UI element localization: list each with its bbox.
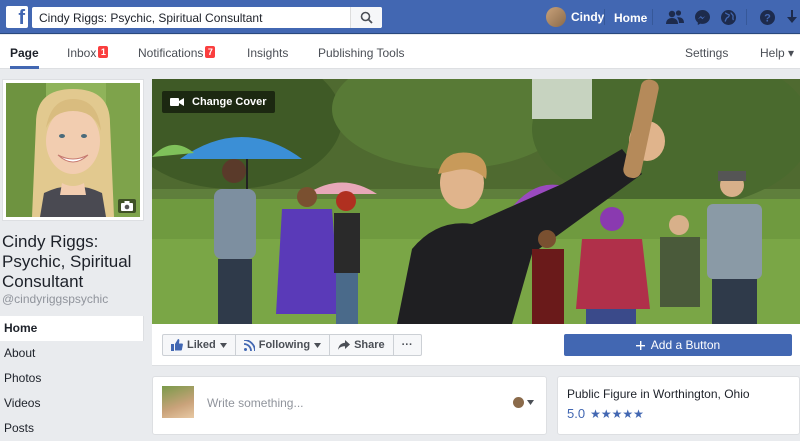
following-button[interactable]: Following — [236, 335, 331, 355]
chevron-down-icon — [527, 400, 534, 405]
post-composer: Write something... — [152, 376, 547, 435]
camera-icon[interactable] — [118, 199, 136, 213]
profile-picture[interactable] — [2, 79, 144, 221]
cover-photo: Change Cover — [152, 79, 800, 324]
search-button[interactable] — [350, 7, 382, 28]
page-nav: Page Inbox 1 Notifications 7 Insights Publ… — [0, 35, 800, 69]
friends-icon[interactable] — [666, 8, 684, 26]
star-rating-icon: ★★★★★ — [590, 406, 644, 421]
tab-insights[interactable]: Insights — [247, 35, 288, 69]
tab-inbox[interactable]: Inbox 1 — [67, 35, 109, 69]
rating-value: 5.0 — [567, 406, 586, 421]
search-box — [32, 7, 382, 28]
top-bar: f Cindy Home ? — [0, 0, 800, 34]
chevron-down-icon — [219, 342, 227, 348]
tab-settings[interactable]: Settings — [685, 35, 728, 69]
sidebar-item-photos[interactable]: Photos — [0, 366, 144, 391]
user-name: Cindy — [571, 10, 605, 24]
divider — [604, 9, 605, 25]
page-action-bar: Liked Following Share ··· Add a Button — [152, 324, 800, 366]
globe-icon[interactable] — [719, 8, 737, 26]
avatar — [546, 7, 566, 27]
sidebar-nav: Home About Photos Videos Posts — [0, 316, 144, 441]
chevron-down-icon — [314, 342, 322, 348]
page-category[interactable]: Public Figure in Worthington, Ohio — [567, 387, 750, 401]
profile-photo — [6, 83, 140, 217]
change-cover-button[interactable]: Change Cover — [162, 91, 275, 113]
plus-icon — [635, 340, 645, 350]
cover-image — [152, 79, 800, 324]
page-title[interactable]: Cindy Riggs: Psychic, Spiritual Consulta… — [2, 232, 150, 292]
liked-button[interactable]: Liked — [163, 335, 236, 355]
thumbs-up-icon — [171, 339, 183, 351]
composer-input[interactable]: Write something... — [207, 396, 303, 410]
messenger-icon[interactable] — [693, 8, 711, 26]
tab-inbox-label: Inbox — [67, 46, 97, 60]
tab-notifications[interactable]: Notifications 7 — [138, 35, 216, 69]
share-label: Share — [354, 339, 385, 351]
share-arrow-icon — [338, 340, 351, 350]
following-label: Following — [258, 339, 311, 351]
caret-down-icon[interactable] — [783, 8, 800, 26]
sidebar-item-videos[interactable]: Videos — [0, 391, 144, 416]
inbox-count-badge: 1 — [98, 46, 109, 58]
more-options-label: ··· — [401, 339, 413, 351]
avatar — [513, 397, 524, 408]
about-card: Public Figure in Worthington, Ohio 5.0 ★… — [557, 376, 800, 435]
profile-link[interactable]: Cindy — [546, 7, 604, 27]
tab-publishing-tools[interactable]: Publishing Tools — [318, 35, 405, 69]
add-a-button-label: Add a Button — [650, 338, 721, 352]
tab-help[interactable]: Help ▾ — [760, 35, 794, 69]
search-input[interactable] — [32, 7, 342, 28]
add-a-button[interactable]: Add a Button — [564, 334, 792, 356]
svg-text:?: ? — [764, 12, 771, 24]
home-link[interactable]: Home — [614, 11, 647, 25]
share-button[interactable]: Share — [330, 335, 394, 355]
page-actions-group: Liked Following Share ··· — [162, 334, 422, 356]
rss-icon — [243, 339, 255, 351]
sidebar-item-home[interactable]: Home — [0, 316, 144, 341]
video-camera-icon — [170, 98, 184, 106]
avatar — [162, 386, 194, 418]
page-username[interactable]: @cindyriggspsychic — [2, 292, 108, 306]
divider — [746, 9, 747, 25]
tab-notifications-label: Notifications — [138, 46, 204, 60]
facebook-logo[interactable]: f — [6, 6, 28, 28]
liked-label: Liked — [187, 339, 216, 351]
rating-summary[interactable]: 5.0 ★★★★★ — [567, 406, 644, 421]
sidebar-item-posts[interactable]: Posts — [0, 416, 144, 441]
help-icon[interactable]: ? — [758, 8, 776, 26]
tab-page[interactable]: Page — [10, 35, 39, 69]
divider — [652, 9, 653, 25]
post-as-selector[interactable] — [513, 397, 534, 408]
notifications-count-badge: 7 — [205, 46, 216, 58]
sidebar-item-about[interactable]: About — [0, 341, 144, 366]
more-options-button[interactable]: ··· — [394, 335, 421, 355]
search-icon — [360, 11, 373, 24]
change-cover-label: Change Cover — [192, 96, 267, 108]
